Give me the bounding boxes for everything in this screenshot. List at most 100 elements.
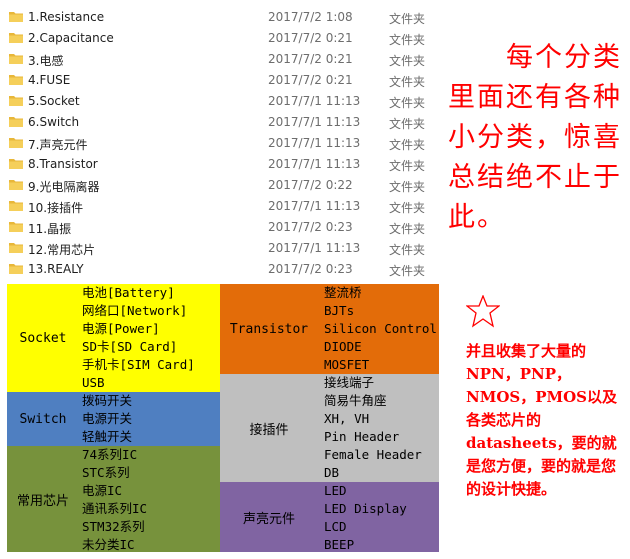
category-item: LED <box>324 483 347 498</box>
file-name: 1.Resistance <box>28 10 105 24</box>
file-type: 文件夹 <box>389 54 426 68</box>
folder-icon <box>9 96 23 106</box>
file-row[interactable]: 6.Switch 2017/7/1 11:13 文件夹 <box>0 112 440 133</box>
file-row[interactable]: 1.Resistance 2017/7/2 1:08 文件夹 <box>0 7 440 28</box>
folder-icon <box>9 12 23 22</box>
folder-icon <box>9 243 23 253</box>
category-item: DIODE <box>324 339 362 354</box>
category-item: 未分类IC <box>82 537 135 552</box>
promo-note-line: 里面还有各种 <box>448 82 622 113</box>
file-name: 2.Capacitance <box>28 31 114 45</box>
category-item: 电池[Battery] <box>82 285 175 300</box>
category-item: BEEP <box>324 537 355 552</box>
category-label: 声亮元件 <box>242 511 295 527</box>
file-type: 文件夹 <box>389 243 426 257</box>
category-label: 接插件 <box>249 422 289 438</box>
category-switch: Switch 拨码开关 电源开关 轻触开关 <box>7 392 220 446</box>
category-items: 整流桥 BJTs Silicon Control DIODE MOSFET <box>324 284 437 374</box>
file-name: 4.FUSE <box>28 73 71 87</box>
category-item: 拨码开关 <box>82 393 133 408</box>
file-type: 文件夹 <box>389 138 426 152</box>
category-label: 常用芯片 <box>16 493 69 509</box>
category-item: STM32系列 <box>82 519 145 534</box>
file-row[interactable]: 2.Capacitance 2017/7/2 0:21 文件夹 <box>0 28 440 49</box>
category-item: DB <box>324 465 340 480</box>
category-label: Switch <box>19 411 67 427</box>
file-type: 文件夹 <box>389 264 426 278</box>
promo-note-line: 此。 <box>448 202 506 233</box>
star-icon <box>466 295 500 328</box>
file-date: 2017/7/1 11:13 <box>268 241 361 255</box>
category-item: 整流桥 <box>324 285 362 300</box>
file-type: 文件夹 <box>389 201 426 215</box>
file-row[interactable]: 5.Socket 2017/7/1 11:13 文件夹 <box>0 91 440 112</box>
file-row[interactable]: 10.接插件 2017/7/1 11:13 文件夹 <box>0 196 440 217</box>
folder-icon <box>9 222 23 232</box>
file-row[interactable]: 3.电感 2017/7/2 0:21 文件夹 <box>0 49 440 70</box>
category-audio-light: 声亮元件 LED LED Display LCD BEEP <box>220 482 439 552</box>
category-item: MOSFET <box>324 357 370 372</box>
category-item: 简易牛角座 <box>324 393 387 408</box>
category-item: STC系列 <box>82 465 130 480</box>
folder-icon <box>9 138 23 148</box>
file-type: 文件夹 <box>389 12 426 26</box>
category-items: 电池[Battery] 网络口[Network] 电源[Power] SD卡[S… <box>82 284 195 392</box>
category-item: 电源开关 <box>82 411 133 426</box>
category-label: Socket <box>19 330 67 346</box>
category-items: 接线端子 简易牛角座 XH, VH Pin Header Female Head… <box>324 374 422 482</box>
file-type: 文件夹 <box>389 33 426 47</box>
file-row[interactable]: 8.Transistor 2017/7/1 11:13 文件夹 <box>0 154 440 175</box>
file-date: 2017/7/1 11:13 <box>268 199 361 213</box>
category-item: 接线端子 <box>324 375 375 390</box>
folder-icon <box>9 264 23 274</box>
category-item: 手机卡[SIM Card] <box>82 357 195 372</box>
file-type: 文件夹 <box>389 180 426 194</box>
file-date: 2017/7/2 0:23 <box>268 262 353 276</box>
file-date: 2017/7/2 0:21 <box>268 31 353 45</box>
category-chips: 常用芯片 74系列IC STC系列 电源IC 通讯系列IC STM32系列 未分… <box>7 446 220 552</box>
category-item: BJTs <box>324 303 355 318</box>
file-row[interactable]: 12.常用芯片 2017/7/1 11:13 文件夹 <box>0 238 440 259</box>
category-item: SD卡[SD Card] <box>82 339 178 354</box>
category-item: USB <box>82 375 105 390</box>
category-transistor: Transistor 整流桥 BJTs Silicon Control DIOD… <box>220 284 439 374</box>
file-row[interactable]: 9.光电隔离器 2017/7/2 0:22 文件夹 <box>0 175 440 196</box>
promo-note-line: 小分类，惊喜 <box>448 122 622 153</box>
category-items: 拨码开关 电源开关 轻触开关 <box>82 392 132 446</box>
category-item: LCD <box>324 519 347 534</box>
category-item: 网络口[Network] <box>82 303 188 318</box>
category-item: 通讯系列IC <box>82 501 148 516</box>
file-name: 13.REALY <box>28 262 84 276</box>
file-name: 8.Transistor <box>28 157 98 171</box>
file-name: 11.晶振 <box>28 222 72 236</box>
promo-note-bottom: 并且收集了大量的NPN，PNP，NMOS，PMOS以及各类芯片的datashee… <box>466 342 617 498</box>
promo-note-line: 每个分类 <box>506 42 622 73</box>
file-name: 3.电感 <box>28 54 64 68</box>
file-name: 9.光电隔离器 <box>28 180 100 194</box>
folder-icon <box>9 180 23 190</box>
file-name: 6.Switch <box>28 115 80 129</box>
file-date: 2017/7/2 0:23 <box>268 220 353 234</box>
file-type: 文件夹 <box>389 117 426 131</box>
file-name: 5.Socket <box>28 94 80 108</box>
file-list: 1.Resistance 2017/7/2 1:08 文件夹 2.Capacit… <box>0 7 440 280</box>
file-date: 2017/7/1 11:13 <box>268 136 361 150</box>
file-row[interactable]: 13.REALY 2017/7/2 0:23 文件夹 <box>0 259 440 280</box>
category-connector: 接插件 接线端子 简易牛角座 XH, VH Pin Header Female … <box>220 374 439 482</box>
category-label: Transistor <box>229 321 309 337</box>
category-item: Silicon Control <box>324 321 437 336</box>
file-type: 文件夹 <box>389 159 426 173</box>
category-item: 74系列IC <box>82 447 138 462</box>
file-row[interactable]: 4.FUSE 2017/7/2 0:21 文件夹 <box>0 70 440 91</box>
file-date: 2017/7/1 11:13 <box>268 94 361 108</box>
file-name: 12.常用芯片 <box>28 243 96 257</box>
category-socket: Socket 电池[Battery] 网络口[Network] 电源[Power… <box>7 284 220 392</box>
folder-icon <box>9 117 23 127</box>
category-item: 电源IC <box>82 483 123 498</box>
category-table: Socket 电池[Battery] 网络口[Network] 电源[Power… <box>7 284 439 552</box>
file-name: 10.接插件 <box>28 201 84 215</box>
file-row[interactable]: 7.声亮元件 2017/7/1 11:13 文件夹 <box>0 133 440 154</box>
file-date: 2017/7/1 11:13 <box>268 115 361 129</box>
promo-note-line: 总结绝不止于 <box>448 162 622 193</box>
file-row[interactable]: 11.晶振 2017/7/2 0:23 文件夹 <box>0 217 440 238</box>
